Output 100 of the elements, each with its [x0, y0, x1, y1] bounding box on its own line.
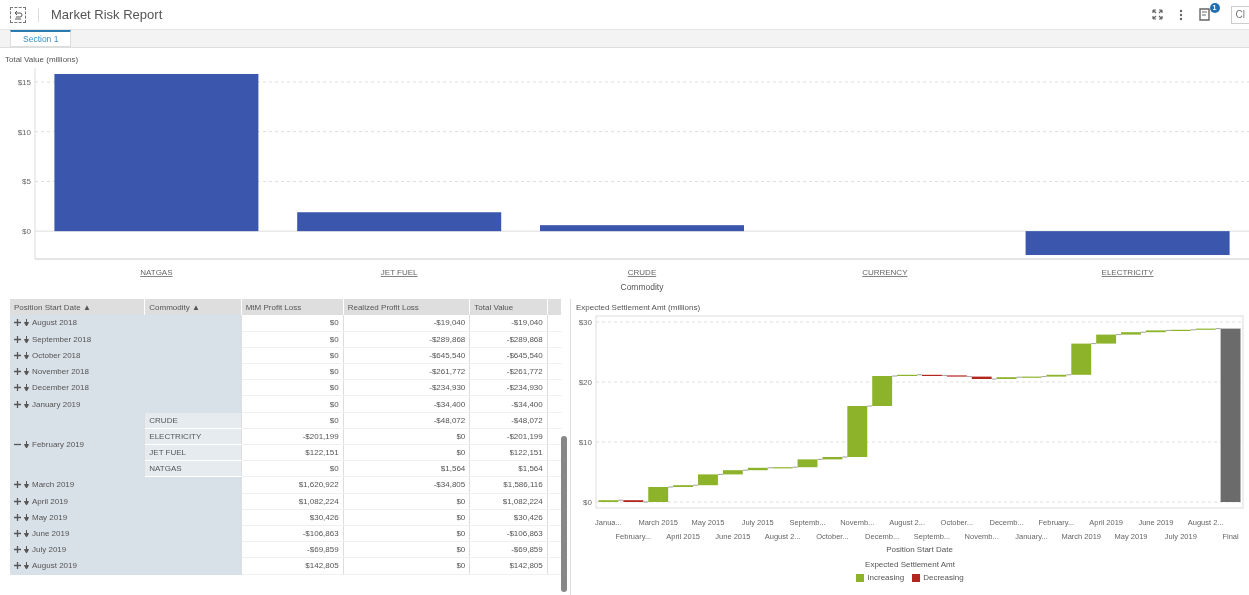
- back-button[interactable]: [10, 6, 26, 23]
- bar: [1071, 343, 1092, 375]
- table-cell: $1,082,224: [469, 493, 548, 510]
- table-cell: $30,426: [241, 509, 344, 526]
- maximize-icon[interactable]: [1151, 9, 1163, 20]
- expand-icon[interactable]: [14, 368, 21, 376]
- table-cell: $122,151: [469, 444, 548, 461]
- expand-icon[interactable]: [14, 335, 21, 343]
- connector-line: [1190, 329, 1197, 331]
- connector-line: [767, 467, 774, 469]
- expand-icon[interactable]: [14, 546, 21, 554]
- column-header[interactable]: MtM Profit Loss: [241, 299, 344, 315]
- table-cell: $0: [343, 493, 470, 510]
- bar: [872, 376, 893, 406]
- down-arrow-icon[interactable]: [24, 530, 29, 538]
- connector-line: [841, 456, 848, 458]
- category-link[interactable]: JET FUEL: [380, 268, 418, 277]
- menu-icon[interactable]: [1178, 8, 1183, 21]
- bar: [1145, 330, 1166, 333]
- table-cell: -$201,199: [241, 428, 344, 445]
- row-label: May 2019: [32, 512, 68, 522]
- expand-icon[interactable]: [14, 481, 21, 489]
- chart-title: Expected Settlement Amt (millions): [576, 303, 701, 312]
- bar: [747, 467, 768, 471]
- down-arrow-icon[interactable]: [24, 335, 29, 343]
- column-header[interactable]: Total Value: [469, 299, 548, 315]
- table-cell: $142,805: [469, 557, 548, 574]
- down-arrow-icon[interactable]: [24, 441, 29, 448]
- row-label: August 2019: [32, 561, 77, 571]
- table-cell: $0: [343, 428, 470, 445]
- category-link[interactable]: ELECTRICITY: [1101, 268, 1154, 277]
- bar: [822, 457, 843, 460]
- row-header[interactable]: February 2019: [10, 412, 145, 477]
- expand-icon[interactable]: [14, 384, 21, 392]
- down-arrow-icon[interactable]: [24, 497, 29, 505]
- down-arrow-icon[interactable]: [24, 368, 29, 376]
- table-cell: $0: [343, 541, 470, 558]
- row-label: February 2019: [32, 440, 85, 449]
- column-header[interactable]: Realized Profit Loss: [343, 299, 470, 315]
- down-arrow-icon[interactable]: [24, 562, 29, 570]
- comment-icon[interactable]: [1198, 6, 1212, 21]
- close-button[interactable]: Cl: [1230, 5, 1249, 24]
- expand-icon[interactable]: [14, 497, 21, 505]
- category-link[interactable]: CURRENCY: [862, 268, 908, 277]
- table-cell: $1,620,922: [241, 476, 344, 494]
- connector-line: [1016, 376, 1022, 378]
- section-tab[interactable]: Section 1: [10, 30, 72, 47]
- down-arrow-icon[interactable]: [24, 384, 29, 392]
- column-header[interactable]: Position Start Date ▲: [10, 299, 145, 315]
- table-cell: -$69,859: [469, 541, 548, 558]
- table-cell: -$19,040: [469, 315, 548, 332]
- legend-title: Expected Settlement Amt: [865, 560, 955, 569]
- connector-line: [966, 376, 973, 377]
- expand-icon[interactable]: [14, 562, 21, 570]
- table-cell: $0: [241, 395, 344, 413]
- report-title: Market Risk Report: [51, 7, 163, 22]
- row-header[interactable]: August 2018: [10, 315, 242, 332]
- connector-line: [1215, 328, 1221, 329]
- table-cell: -$106,863: [241, 525, 344, 542]
- bar: [1096, 334, 1117, 344]
- connector-line: [817, 459, 823, 460]
- column-header[interactable]: Commodity ▲: [144, 299, 242, 315]
- category-link[interactable]: NATGAS: [140, 268, 173, 277]
- table-cell: $0: [241, 347, 344, 364]
- down-arrow-icon[interactable]: [24, 481, 29, 489]
- expand-icon[interactable]: [14, 319, 21, 327]
- table-cell: $0: [343, 509, 470, 526]
- down-arrow-icon[interactable]: [24, 513, 29, 521]
- table-cell: $0: [241, 460, 344, 477]
- down-arrow-icon[interactable]: [24, 351, 29, 359]
- table-cell: $142,805: [241, 557, 344, 574]
- table-cell: -$201,199: [469, 428, 548, 445]
- connector-line: [717, 474, 724, 475]
- axis-tick-label: $15: [17, 77, 31, 87]
- table-cell: -$289,868: [343, 331, 470, 348]
- down-arrow-icon[interactable]: [24, 400, 29, 408]
- expand-icon[interactable]: [14, 513, 21, 521]
- table-cell: -$261,772: [469, 363, 548, 380]
- connector-line: [991, 378, 998, 380]
- row-label: April 2019: [32, 496, 69, 506]
- table-cell: -$289,868: [469, 331, 548, 348]
- expand-icon[interactable]: [14, 351, 21, 359]
- axis-tick-label: $10: [17, 127, 31, 137]
- axis-tick-label: $30: [578, 318, 592, 327]
- expand-icon[interactable]: [14, 400, 21, 408]
- table-cell: -$19,040: [343, 315, 470, 332]
- row-label: September 2018: [32, 334, 92, 344]
- table-cell: $1,586,116: [469, 476, 548, 494]
- expand-icon[interactable]: [14, 530, 21, 538]
- table-cell: $0: [241, 315, 344, 332]
- down-arrow-icon[interactable]: [24, 319, 29, 327]
- scrollbar[interactable]: [561, 436, 567, 592]
- category-link[interactable]: CRUDE: [627, 268, 657, 277]
- down-arrow-icon[interactable]: [24, 546, 29, 554]
- collapse-icon[interactable]: [14, 441, 21, 448]
- table-cell: $0: [241, 412, 344, 429]
- table-cell: $122,151: [241, 444, 344, 461]
- table-cell: -$106,863: [469, 525, 548, 542]
- row-label: December 2018: [32, 383, 89, 393]
- table-cell: -$261,772: [343, 363, 470, 380]
